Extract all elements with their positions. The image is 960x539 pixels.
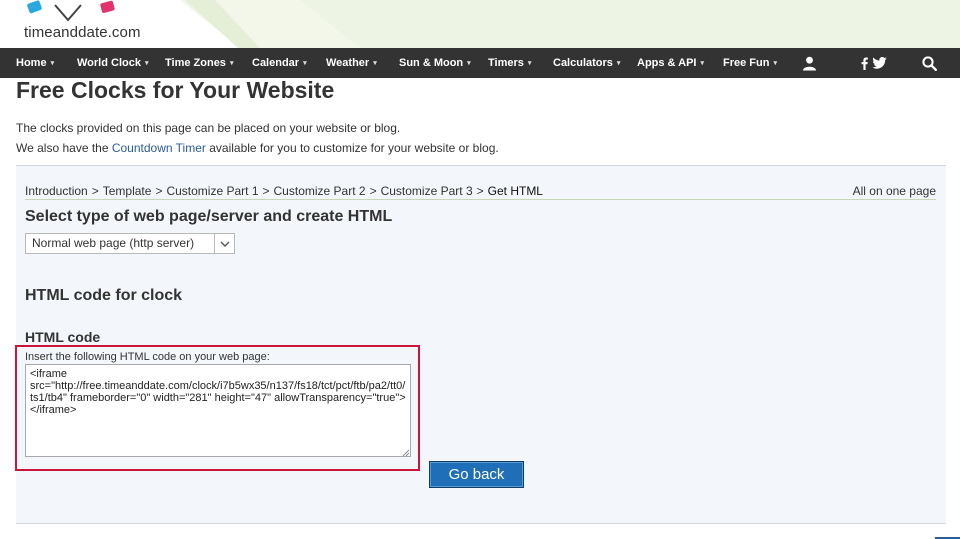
html-code-heading: HTML code (25, 329, 101, 345)
select-type-heading: Select type of web page/server and creat… (25, 208, 393, 225)
nav-label: Apps & API (637, 57, 697, 69)
chevron-down-icon: ▾ (50, 60, 55, 67)
page-title: Free Clocks for Your Website (16, 77, 335, 103)
intro-text: We also have the (16, 141, 112, 155)
go-back-button[interactable]: Go back (429, 461, 524, 488)
nav-label: Free Fun (723, 57, 770, 69)
nav-apps-api[interactable]: Apps & API ▾ (637, 48, 704, 78)
html-code-textarea[interactable]: <iframe src="http://free.timeanddate.com… (25, 364, 411, 457)
chevron-down-icon: ▾ (773, 60, 777, 67)
twitter-icon[interactable] (872, 48, 887, 78)
nav-label: Calendar (252, 57, 300, 69)
html-code-for-clock-heading: HTML code for clock (25, 287, 183, 304)
logo-text: timeanddate.com (24, 24, 141, 41)
nav-free-fun[interactable]: Free Fun ▾ (723, 48, 777, 78)
breadcrumb: Introduction > Template > Customize Part 1 > C… (25, 184, 543, 198)
site-logo[interactable]: timeanddate.com (24, 0, 164, 46)
main-navbar: Home ▾ World Clock ▾ Time Zones ▾ Calendar ▾… (0, 48, 960, 78)
chevron-down-icon[interactable] (214, 234, 234, 253)
user-icon[interactable] (802, 48, 817, 78)
chevron-down-icon: ▾ (373, 60, 377, 67)
breadcrumb-introduction[interactable]: Introduction (25, 184, 88, 198)
nav-calculators[interactable]: Calculators ▾ (553, 48, 620, 78)
breadcrumb-separator: > (476, 184, 484, 198)
select-value: Normal web page (http server) (32, 236, 195, 250)
nav-label: Timers (488, 57, 524, 69)
search-icon[interactable] (922, 48, 937, 78)
breadcrumb-customize-part-1[interactable]: Customize Part 1 (166, 184, 258, 198)
nav-world-clock[interactable]: World Clock ▾ (77, 48, 149, 78)
site-header: timeanddate.com (0, 0, 960, 48)
chevron-down-icon: ▾ (616, 60, 621, 67)
nav-weather[interactable]: Weather ▾ (326, 48, 377, 78)
nav-time-zones[interactable]: Time Zones ▾ (165, 48, 233, 78)
breadcrumb-separator: > (91, 184, 99, 198)
chevron-down-icon: ▾ (700, 60, 705, 67)
breadcrumb-template[interactable]: Template (103, 184, 152, 198)
resize-grip-icon[interactable] (402, 449, 410, 457)
intro-line-2: We also have the Countdown Timer availab… (16, 141, 499, 155)
nav-label: Home (16, 57, 47, 69)
breadcrumb-separator: > (369, 184, 377, 198)
logo-mark-icon (27, 0, 115, 22)
breadcrumb-current: Get HTML (487, 184, 543, 198)
chevron-down-icon: ▾ (467, 60, 471, 67)
breadcrumb-divider (25, 199, 936, 200)
nav-label: Calculators (553, 57, 613, 69)
nav-home[interactable]: Home ▾ (16, 48, 54, 78)
all-on-one-page-link[interactable]: All on one page (853, 184, 936, 198)
insert-code-label: Insert the following HTML code on your w… (25, 351, 270, 363)
breadcrumb-customize-part-3[interactable]: Customize Part 3 (381, 184, 473, 198)
countdown-timer-link[interactable]: Countdown Timer (112, 141, 206, 155)
intro-line-1: The clocks provided on this page can be … (16, 121, 401, 135)
nav-timers[interactable]: Timers ▾ (488, 48, 531, 78)
server-type-select[interactable]: Normal web page (http server) (25, 233, 235, 254)
facebook-icon[interactable] (861, 48, 868, 78)
breadcrumb-separator: > (262, 184, 270, 198)
chevron-down-icon: ▾ (144, 60, 149, 67)
chevron-down-icon: ▾ (303, 60, 307, 67)
nav-label: Weather (326, 57, 370, 69)
breadcrumb-separator: > (155, 184, 163, 198)
chevron-down-icon: ▾ (229, 60, 234, 67)
nav-label: Time Zones (165, 57, 226, 69)
nav-calendar[interactable]: Calendar ▾ (252, 48, 307, 78)
nav-sun-moon[interactable]: Sun & Moon ▾ (399, 48, 471, 78)
nav-label: Sun & Moon (399, 57, 464, 69)
nav-label: World Clock (77, 57, 141, 69)
chevron-down-icon: ▾ (527, 60, 532, 67)
intro-text: available for you to customize for your … (205, 141, 499, 155)
breadcrumb-customize-part-2[interactable]: Customize Part 2 (274, 184, 366, 198)
